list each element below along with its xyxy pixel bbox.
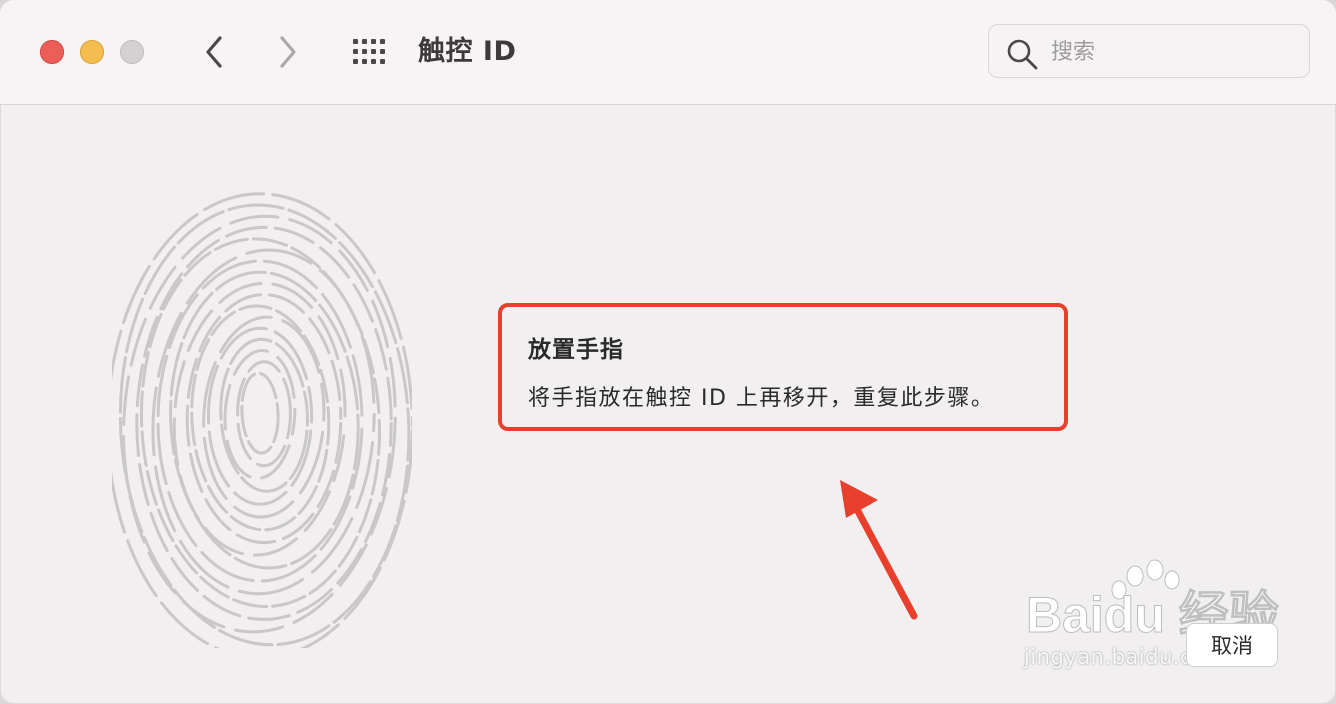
chevron-right-icon — [280, 36, 296, 68]
chevron-left-icon — [206, 36, 222, 68]
minimize-window-button[interactable] — [80, 40, 104, 64]
window-title: 触控 ID — [418, 36, 517, 67]
back-button[interactable] — [194, 30, 234, 74]
show-all-button[interactable] — [352, 38, 388, 66]
toolbar: 触控 ID — [0, 0, 1336, 105]
search-field[interactable] — [988, 24, 1310, 78]
cancel-button[interactable]: 取消 — [1186, 623, 1278, 667]
zoom-window-button[interactable] — [120, 40, 144, 64]
search-icon — [1007, 39, 1038, 70]
red-arrow-icon — [820, 470, 940, 630]
enroll-instruction: 将手指放在触控 ID 上再移开，重复此步骤。 — [528, 386, 995, 411]
forward-button[interactable] — [268, 30, 308, 74]
enroll-heading: 放置手指 — [528, 337, 624, 363]
close-window-button[interactable] — [40, 40, 64, 64]
search-input[interactable] — [1049, 33, 1293, 71]
fingerprint-icon — [112, 168, 412, 648]
show-all-grid-icon — [353, 39, 385, 64]
touch-id-preferences-window: 触控 ID 放置手指 将手指放在触控 ID 上再移开，重复此步骤。 — [0, 0, 1336, 704]
